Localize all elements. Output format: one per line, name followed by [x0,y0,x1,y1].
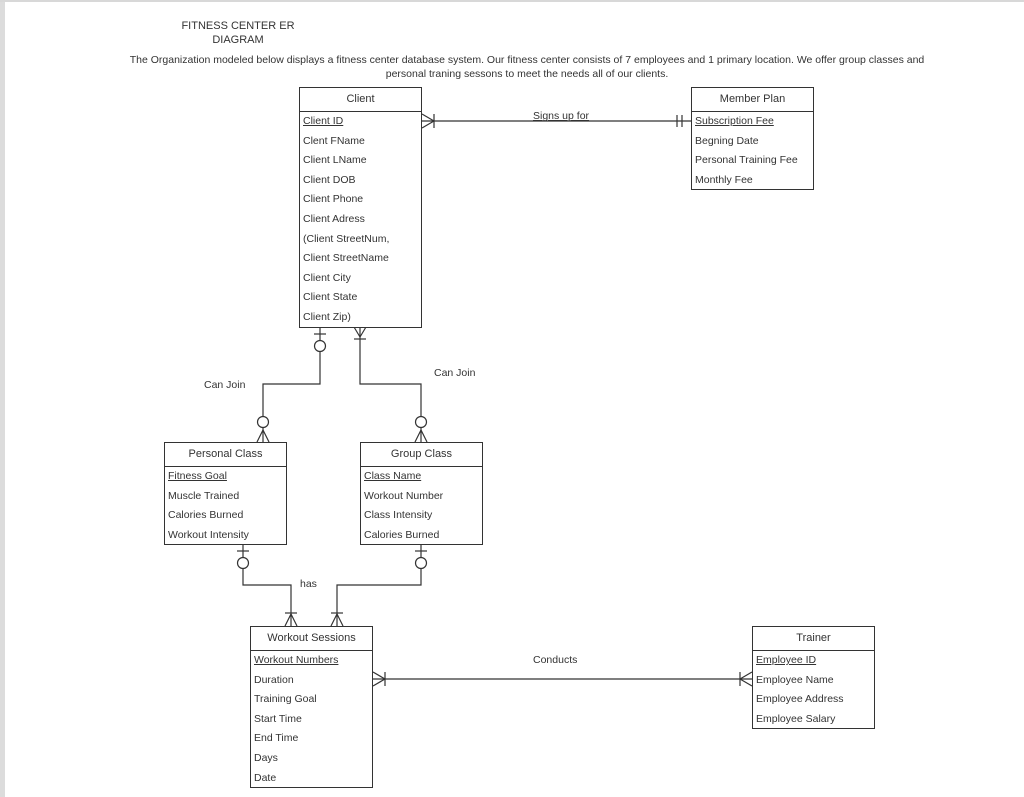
entity-member-plan[interactable]: Member Plan Subscription Fee Begning Dat… [691,87,814,190]
entity-workout-sessions-attr: Date [254,771,277,784]
entity-member-plan-header: Member Plan [692,88,813,112]
entity-trainer-attr-pk: Employee ID [756,654,817,666]
rel-label-signs-up-for: Signs up for [533,110,590,122]
entity-client-attr: Client DOB [303,173,356,186]
entity-group-class-attr-pk: Class Name [364,470,422,482]
entity-group-class-header: Group Class [361,443,482,467]
entity-client-attr: Client StreetName [303,252,389,265]
entity-personal-class-header: Personal Class [165,443,286,467]
entity-client-attr: Client Phone [303,193,364,206]
rel-has-group-line [330,545,428,627]
entity-client-attr: Client City [303,271,351,284]
entity-group-class-attr: Class Intensity [364,509,433,522]
entity-client-attr: Client Adress [303,212,365,225]
entity-client[interactable]: Client Client ID Clent FName Client LNam… [299,87,422,328]
entity-workout-sessions-attr: Duration [254,673,294,686]
entity-member-plan-attr: Begning Date [695,134,759,147]
entity-trainer-attr: Employee Name [756,673,834,686]
rel-can-join-group-line [353,326,428,443]
entity-client-attr: Client Zip) [303,310,351,323]
entity-client-attr: Client LName [303,154,367,167]
entity-trainer-attr: Employee Salary [756,712,836,725]
entity-client-header: Client [300,88,421,112]
entity-workout-sessions-attr: Start Time [254,712,302,725]
entity-personal-class[interactable]: Personal Class Fitness Goal Muscle Train… [164,442,287,545]
entity-member-plan-attr: Monthly Fee [695,173,753,186]
rel-label-has: has [300,578,317,590]
entity-personal-class-attr: Muscle Trained [168,489,240,502]
entity-client-attr-pk: Client ID [303,115,344,127]
entity-workout-sessions-header: Workout Sessions [251,627,372,651]
rel-label-can-join-group: Can Join [434,367,476,379]
entity-trainer-header: Trainer [753,627,874,651]
rel-can-join-personal-line [256,327,327,443]
entity-trainer-attr: Employee Address [756,693,844,706]
entity-group-class-attr: Calories Burned [364,528,440,541]
entity-workout-sessions[interactable]: Workout Sessions Workout Numbers Duratio… [250,626,373,788]
entity-workout-sessions-attr: End Time [254,732,299,745]
entity-workout-sessions-attr: Training Goal [254,693,317,706]
entity-client-attr: (Client StreetNum, [303,232,390,245]
entity-personal-class-attr: Workout Intensity [168,528,249,541]
entity-member-plan-attr-pk: Subscription Fee [695,115,774,127]
entity-personal-class-attr-pk: Fitness Goal [168,470,227,482]
entity-group-class-attr: Workout Number [364,489,444,502]
rel-label-can-join-personal: Can Join [204,379,246,391]
entity-workout-sessions-attr-pk: Workout Numbers [254,654,339,666]
entity-member-plan-attr: Personal Training Fee [695,154,798,167]
entity-workout-sessions-attr: Days [254,751,278,764]
entity-trainer[interactable]: Trainer Employee ID Employee Name Employ… [752,626,875,729]
entity-client-attr: Client State [303,291,358,304]
entity-personal-class-attr: Calories Burned [168,509,244,522]
entity-group-class[interactable]: Group Class Class Name Workout Number Cl… [360,442,483,545]
rel-label-conducts: Conducts [533,654,578,666]
entity-client-attr: Clent FName [303,134,365,147]
rel-conducts-line [372,671,753,687]
rel-has-personal-line [236,545,298,627]
